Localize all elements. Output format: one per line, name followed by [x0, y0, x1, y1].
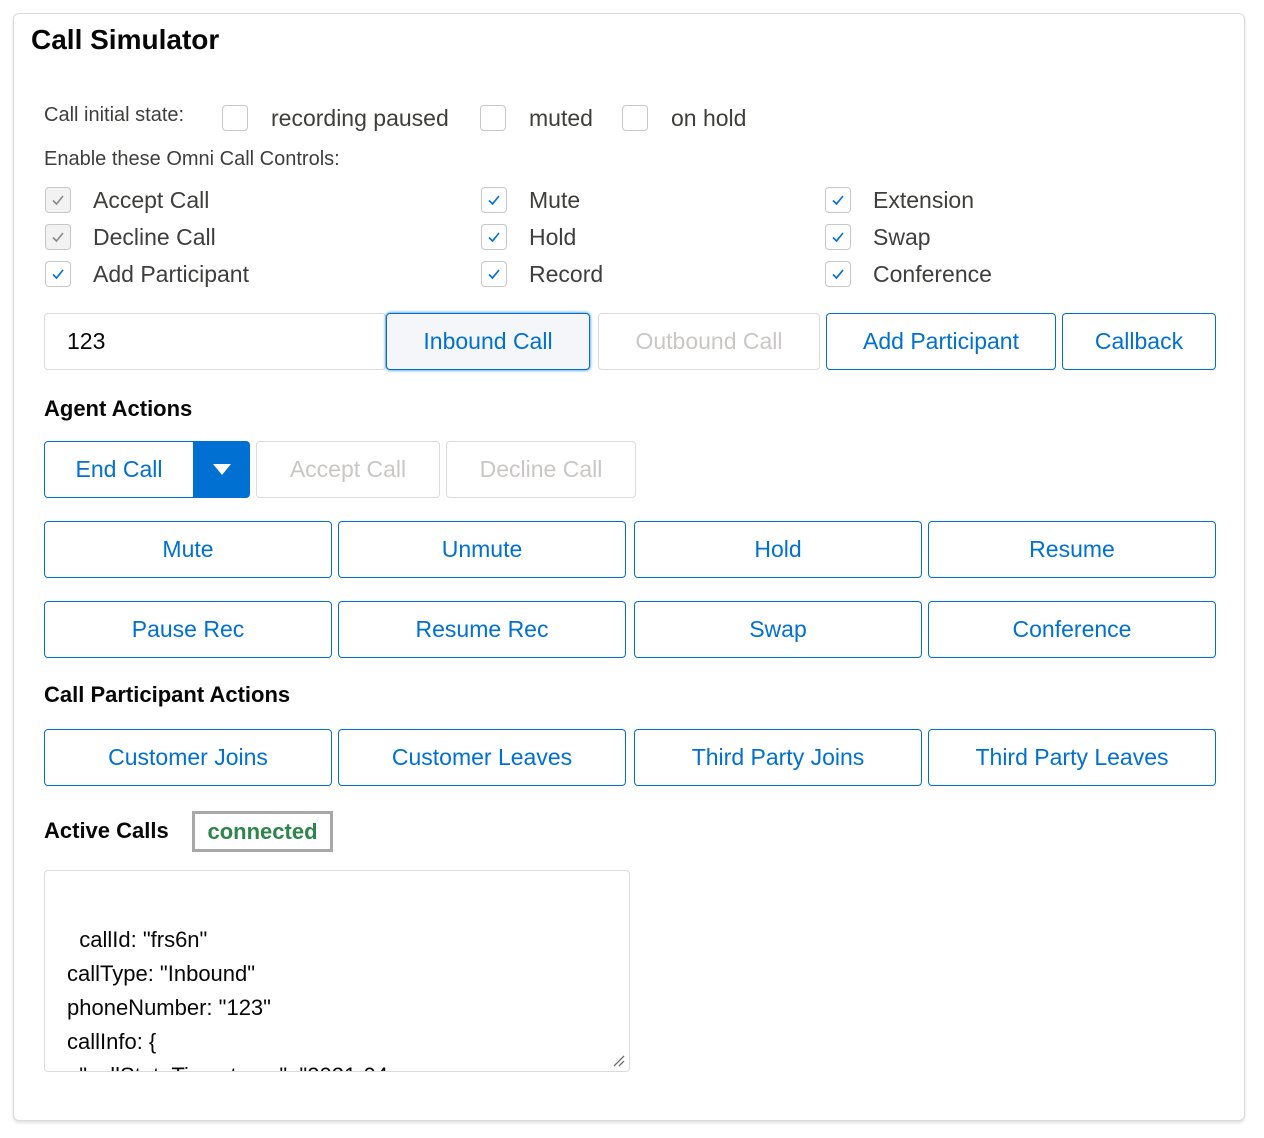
decline-call-control-checkbox: [45, 224, 71, 250]
hold-control-checkbox[interactable]: [481, 224, 507, 250]
checkmark-icon: [832, 269, 844, 280]
record-control-label: Record: [529, 261, 604, 287]
hold-button[interactable]: Hold: [634, 521, 922, 578]
inbound-call-button[interactable]: Inbound Call: [386, 313, 590, 370]
extension-control-checkbox[interactable]: [825, 187, 851, 213]
third-party-joins-button[interactable]: Third Party Joins: [634, 729, 922, 786]
add-participant-control-label: Add Participant: [93, 261, 249, 287]
on-hold-label: on hold: [671, 105, 747, 131]
omni-controls-label: Enable these Omni Call Controls:: [44, 148, 340, 170]
participant-actions-heading: Call Participant Actions: [44, 682, 291, 707]
mute-control-checkbox[interactable]: [481, 187, 507, 213]
swap-button[interactable]: Swap: [634, 601, 922, 658]
call-status-badge: connected: [192, 811, 333, 852]
page-title: Call Simulator: [31, 24, 220, 55]
checkmark-icon: [832, 195, 844, 206]
record-control-checkbox[interactable]: [481, 261, 507, 287]
swap-control-label: Swap: [873, 224, 931, 250]
resume-button[interactable]: Resume: [928, 521, 1216, 578]
extension-control-label: Extension: [873, 187, 975, 213]
decline-call-control-label: Decline Call: [93, 224, 216, 250]
mute-button[interactable]: Mute: [44, 521, 332, 578]
phone-number-input[interactable]: 123: [44, 313, 386, 370]
checkmark-icon: [52, 195, 64, 206]
checkmark-icon: [52, 232, 64, 243]
customer-leaves-button[interactable]: Customer Leaves: [338, 729, 626, 786]
end-call-menu-button[interactable]: [193, 441, 250, 498]
muted-label: muted: [529, 105, 593, 131]
pause-recording-button[interactable]: Pause Rec: [44, 601, 332, 658]
customer-joins-button[interactable]: Customer Joins: [44, 729, 332, 786]
end-call-button[interactable]: End Call: [44, 441, 194, 498]
active-call-details-text: callId: "frs6n" callType: "Inbound" phon…: [67, 927, 395, 1071]
conference-control-checkbox[interactable]: [825, 261, 851, 287]
resume-recording-button[interactable]: Resume Rec: [338, 601, 626, 658]
third-party-leaves-button[interactable]: Third Party Leaves: [928, 729, 1216, 786]
recording-paused-label: recording paused: [271, 105, 449, 131]
accept-call-control-label: Accept Call: [93, 187, 210, 213]
outbound-call-button: Outbound Call: [598, 313, 820, 370]
mute-control-label: Mute: [529, 187, 581, 213]
resize-grip-icon[interactable]: [611, 1053, 625, 1067]
recording-paused-checkbox[interactable]: [222, 105, 248, 131]
decline-call-button: Decline Call: [446, 441, 636, 498]
conference-button[interactable]: Conference: [928, 601, 1216, 658]
accept-call-control-checkbox: [45, 187, 71, 213]
active-call-details-textarea[interactable]: callId: "frs6n" callType: "Inbound" phon…: [44, 870, 630, 1072]
unmute-button[interactable]: Unmute: [338, 521, 626, 578]
active-calls-heading: Active Calls: [44, 818, 169, 843]
add-participant-button[interactable]: Add Participant: [826, 313, 1056, 370]
hold-control-label: Hold: [529, 224, 577, 250]
checkmark-icon: [488, 195, 500, 206]
checkmark-icon: [832, 232, 844, 243]
swap-control-checkbox[interactable]: [825, 224, 851, 250]
callback-button[interactable]: Callback: [1062, 313, 1216, 370]
initial-state-label: Call initial state:: [44, 104, 185, 126]
checkmark-icon: [488, 269, 500, 280]
add-participant-control-checkbox[interactable]: [45, 261, 71, 287]
accept-call-button: Accept Call: [256, 441, 440, 498]
checkmark-icon: [52, 269, 64, 280]
checkmark-icon: [488, 232, 500, 243]
on-hold-checkbox[interactable]: [622, 105, 648, 131]
chevron-down-icon: [212, 463, 231, 475]
conference-control-label: Conference: [873, 261, 992, 287]
agent-actions-heading: Agent Actions: [44, 396, 193, 421]
muted-checkbox[interactable]: [480, 105, 506, 131]
